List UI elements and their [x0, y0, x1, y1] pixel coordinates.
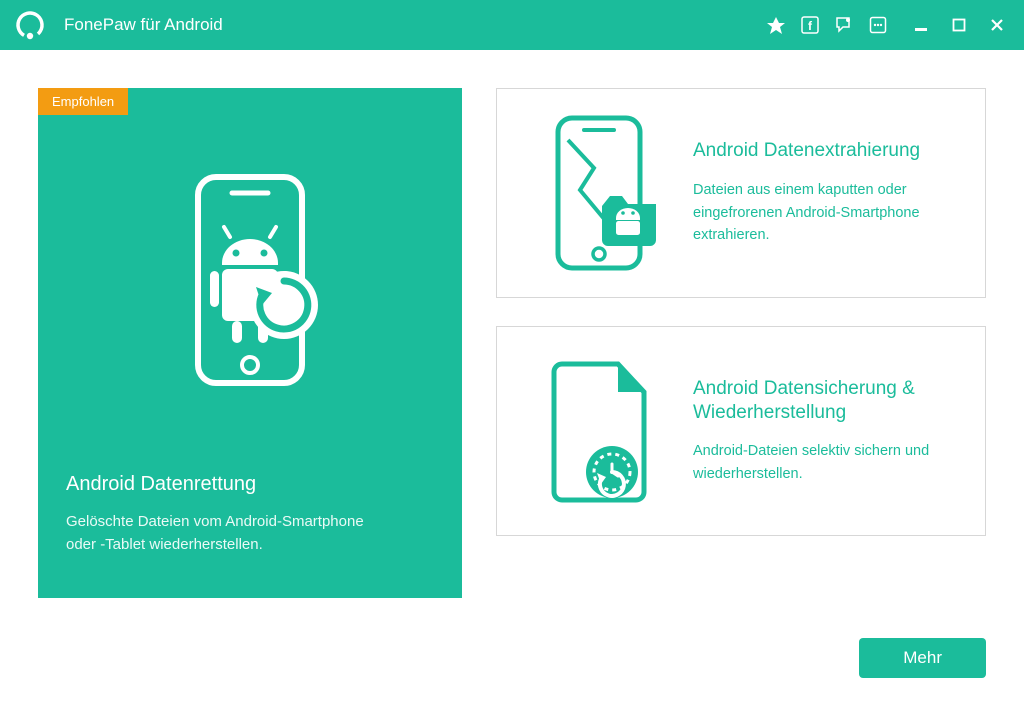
right-column: Android Datenextrahierung Dateien aus ei…: [496, 88, 986, 642]
more-button[interactable]: Mehr: [859, 638, 986, 678]
titlebar: FonePaw für Android f: [0, 0, 1024, 50]
card-text: Android Datenrettung Gelöschte Dateien v…: [38, 473, 462, 599]
card-data-extraction[interactable]: Android Datenextrahierung Dateien aus ei…: [496, 88, 986, 298]
footer: Mehr: [859, 638, 986, 678]
header-actions: f: [766, 15, 888, 35]
feedback-icon[interactable]: [834, 15, 854, 35]
card-data-recovery[interactable]: Empfohlen: [38, 88, 462, 598]
backup-document-icon: [515, 346, 683, 516]
window-controls: [912, 16, 1006, 34]
phone-recovery-icon: [38, 88, 462, 473]
card-title: Android Datenextrahierung: [693, 139, 959, 163]
broken-phone-icon: [515, 108, 683, 278]
card-text: Android Datensicherung & Wiederherstellu…: [683, 377, 959, 485]
premium-icon[interactable]: [766, 15, 786, 35]
main-content: Empfohlen: [0, 50, 1024, 660]
card-text: Android Datenextrahierung Dateien aus ei…: [683, 139, 959, 246]
card-description: Android-Dateien selektiv sichern und wie…: [693, 440, 953, 485]
svg-text:f: f: [808, 19, 813, 33]
menu-icon[interactable]: [868, 15, 888, 35]
facebook-icon[interactable]: f: [800, 15, 820, 35]
maximize-button[interactable]: [950, 16, 968, 34]
recommended-badge: Empfohlen: [38, 88, 128, 115]
app-logo-icon: [14, 9, 46, 41]
minimize-button[interactable]: [912, 16, 930, 34]
card-data-backup[interactable]: Android Datensicherung & Wiederherstellu…: [496, 326, 986, 536]
card-title: Android Datenrettung: [66, 473, 434, 496]
close-button[interactable]: [988, 16, 1006, 34]
card-description: Gelöschte Dateien vom Android-Smartphone…: [66, 510, 366, 557]
card-title: Android Datensicherung & Wiederherstellu…: [693, 377, 959, 425]
app-title: FonePaw für Android: [64, 15, 223, 35]
card-description: Dateien aus einem kaputten oder eingefro…: [693, 179, 953, 246]
